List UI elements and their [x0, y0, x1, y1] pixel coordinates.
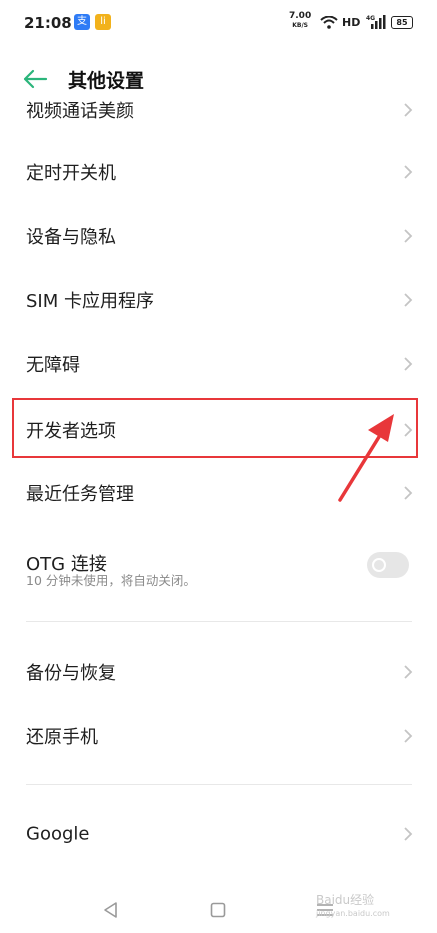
alipay-notification-icon: 支: [74, 14, 90, 30]
otg-toggle[interactable]: [367, 552, 409, 578]
chevron-right-icon: [404, 665, 413, 679]
chevron-right-icon: [404, 486, 413, 500]
settings-item-scheduled-power[interactable]: 定时开关机: [0, 140, 437, 204]
hd-indicator: HD: [342, 16, 361, 29]
settings-item-accessibility[interactable]: 无障碍: [0, 332, 437, 396]
battery-indicator: 85: [391, 16, 413, 29]
chevron-right-icon: [404, 729, 413, 743]
settings-item-device-privacy[interactable]: 设备与隐私: [0, 204, 437, 268]
settings-item-google[interactable]: Google: [0, 802, 437, 866]
status-bar: 21:08 支 li 7.00 KB/S HD 4G 85: [0, 0, 437, 50]
settings-item-label: 视频通话美颜: [26, 101, 134, 122]
chevron-right-icon: [404, 103, 413, 117]
settings-item-label: 定时开关机: [26, 163, 116, 184]
settings-item-label: 最近任务管理: [26, 484, 134, 505]
settings-item-label: 设备与隐私: [26, 227, 116, 248]
chevron-right-icon: [404, 165, 413, 179]
svg-text:4G: 4G: [366, 15, 375, 22]
nav-home-icon[interactable]: [210, 902, 226, 918]
app-notification-icon: li: [95, 14, 111, 30]
settings-item-backup-restore[interactable]: 备份与恢复: [0, 640, 437, 704]
section-divider: [26, 784, 412, 785]
annotation-arrow-icon: [338, 414, 394, 502]
settings-item-label: 还原手机: [26, 727, 98, 748]
page-title: 其他设置: [68, 70, 145, 92]
wifi-icon: [320, 16, 338, 29]
settings-item-label: 备份与恢复: [26, 663, 116, 684]
baidu-watermark: Baidu经验 jingyan.baidu.com: [316, 893, 390, 919]
section-divider: [26, 621, 412, 622]
chevron-right-icon: [404, 357, 413, 371]
settings-item-label: Google: [26, 823, 90, 845]
network-speed: 7.00 KB/S: [289, 11, 312, 30]
settings-item-sim-apps[interactable]: SIM 卡应用程序: [0, 268, 437, 332]
chevron-right-icon: [404, 229, 413, 243]
toggle-knob: [372, 558, 386, 572]
settings-item-otg[interactable]: OTG 连接 10 分钟未使用，将自动关闭。: [0, 530, 437, 602]
arrow-left-icon[interactable]: [22, 68, 48, 90]
settings-item-label: 无障碍: [26, 355, 80, 376]
settings-item-video-beauty[interactable]: 视频通话美颜: [0, 100, 437, 142]
chevron-right-icon: [404, 827, 413, 841]
nav-back-icon[interactable]: [102, 901, 120, 919]
chevron-right-icon: [404, 293, 413, 307]
settings-item-label: SIM 卡应用程序: [26, 291, 154, 312]
settings-item-description: 10 分钟未使用，将自动关闭。: [26, 573, 196, 588]
status-time: 21:08: [24, 14, 72, 32]
settings-item-reset-phone[interactable]: 还原手机: [0, 704, 437, 768]
cellular-signal-icon: 4G: [366, 15, 386, 29]
